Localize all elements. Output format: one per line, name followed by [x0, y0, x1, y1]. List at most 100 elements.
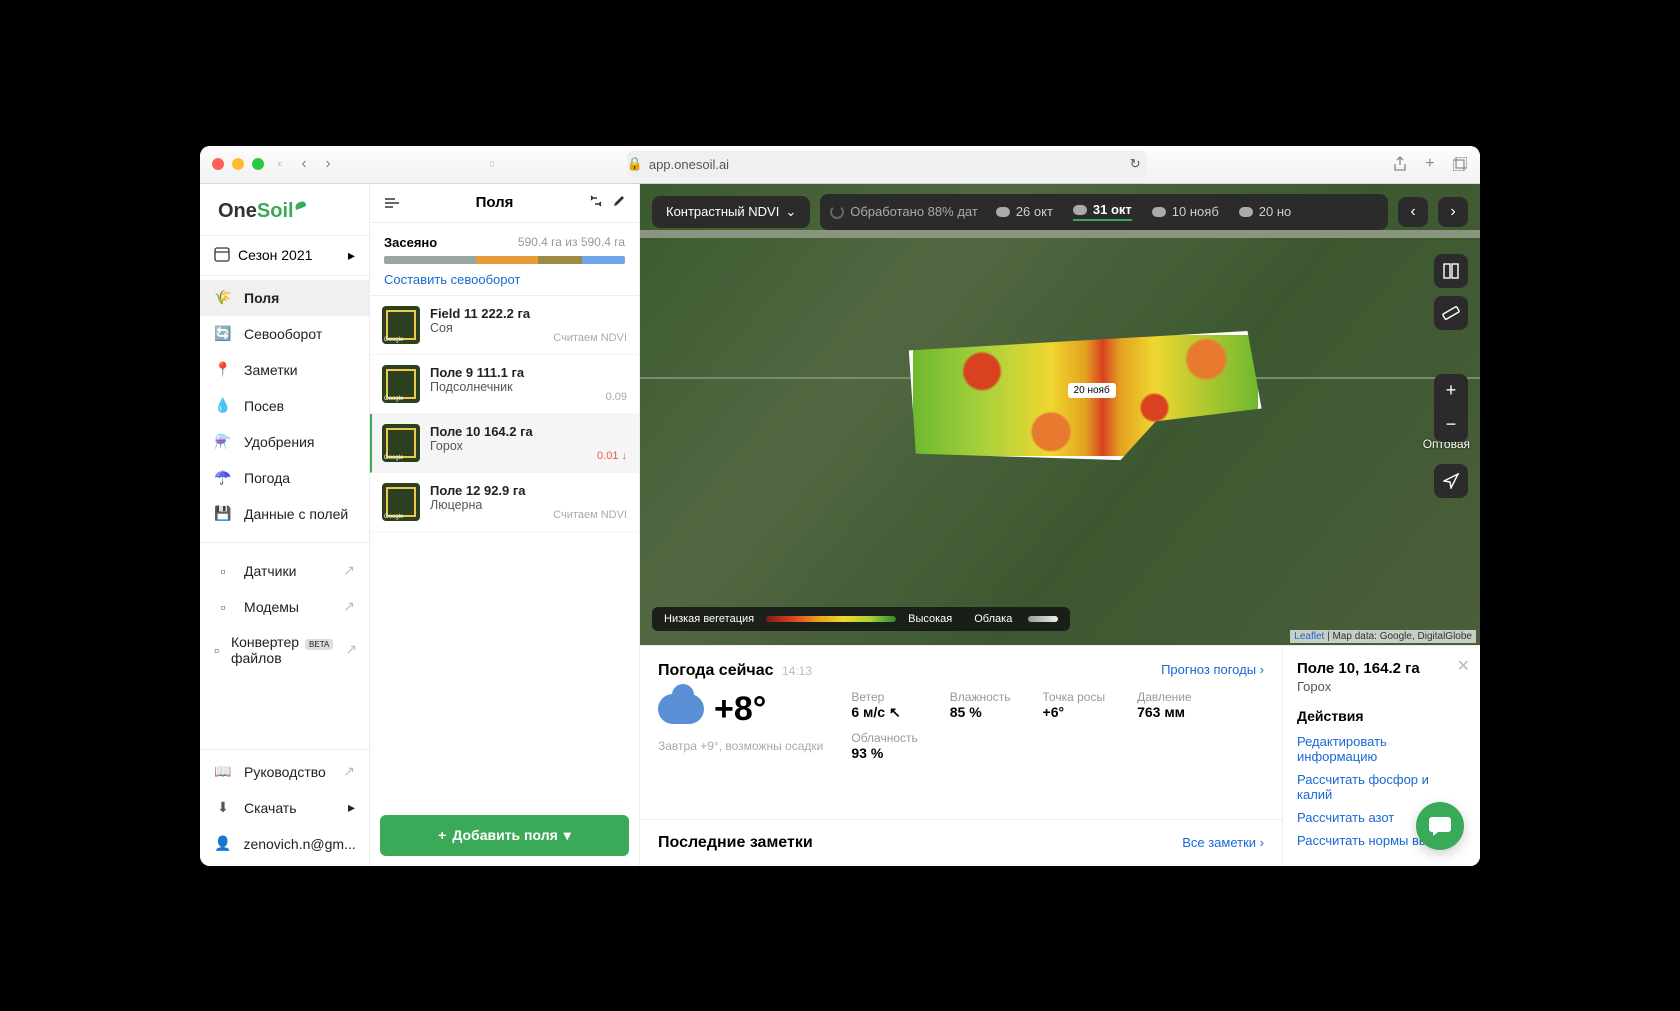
cloud-icon	[1073, 205, 1087, 215]
all-notes-link[interactable]: Все заметки ›	[1182, 835, 1264, 850]
legend-gradient	[766, 616, 896, 622]
plus-icon: +	[438, 827, 446, 843]
field-overlay[interactable]: 20 нояб	[909, 331, 1262, 460]
nav-icon: 🌾	[214, 289, 232, 307]
external-link-icon: ↗	[343, 763, 355, 780]
notes-title: Последние заметки	[658, 834, 813, 852]
nav-icon: 💧	[214, 397, 232, 415]
chevron-right-icon: ▸	[348, 247, 355, 264]
field-date-label: 20 нояб	[1068, 383, 1116, 398]
nav-item-6[interactable]: 💾Данные с полей	[200, 496, 369, 532]
nav-item-3[interactable]: 💧Посев	[200, 388, 369, 424]
app-logo[interactable]: OneSoil	[200, 184, 369, 235]
nav-ext-item-0[interactable]: ▫Датчики↗	[200, 553, 369, 589]
cloud-icon	[996, 207, 1010, 217]
shield-icon[interactable]	[484, 156, 500, 172]
locate-button[interactable]	[1434, 464, 1468, 498]
ndvi-mode-button[interactable]: Контрастный NDVI ⌄	[652, 196, 810, 228]
wind-stat: Ветер 6 м/с ↖ Облачность 93 %	[851, 690, 917, 761]
chevron-down-icon: ⌄	[785, 204, 796, 220]
field-panel-title: Поля	[476, 194, 514, 211]
nav-icon: 👤	[214, 835, 231, 853]
weather-time: 14:13	[782, 664, 812, 678]
nav-ext-item-2[interactable]: ▫Конвертер файловBETA↗	[200, 625, 369, 675]
tabs-icon[interactable]	[1452, 156, 1468, 172]
detail-action[interactable]: Рассчитать фосфор и калий	[1297, 768, 1466, 806]
minimize-window-icon[interactable]	[232, 158, 244, 170]
url-bar[interactable]: 🔒 app.onesoil.ai ↻	[627, 151, 1147, 177]
sort-icon[interactable]	[589, 194, 603, 212]
maximize-window-icon[interactable]	[252, 158, 264, 170]
url-text: app.onesoil.ai	[649, 157, 729, 172]
sown-label: Засеяно	[384, 235, 437, 250]
field-row[interactable]: Google Поле 12 92.9 га Люцерна Считаем N…	[370, 473, 639, 532]
notes-panel: Последние заметки Все заметки ›	[640, 819, 1282, 866]
date-prev-button[interactable]: ‹	[1398, 197, 1428, 227]
humidity-stat: Влажность 85 %	[950, 690, 1011, 761]
forward-button[interactable]: ›	[320, 156, 336, 172]
edit-icon[interactable]	[613, 194, 625, 212]
zoom-out-button[interactable]: −	[1434, 408, 1468, 442]
weather-panel: Погода сейчас 14:13 Прогноз погоды › +8°	[640, 645, 1282, 819]
new-tab-icon[interactable]: +	[1422, 156, 1438, 172]
nav-bottom-item-1[interactable]: ⬇Скачать▸	[200, 790, 369, 826]
zoom-in-button[interactable]: +	[1434, 374, 1468, 408]
field-row[interactable]: Google Поле 9 111.1 га Подсолнечник 0.09	[370, 355, 639, 414]
map[interactable]: Контрастный NDVI ⌄ Обработано 88% дат 26…	[640, 184, 1480, 645]
detail-field-crop: Горох	[1297, 679, 1466, 694]
date-item[interactable]: 10 нояб	[1152, 204, 1219, 219]
crop-rotation-link[interactable]: Составить севооборот	[384, 272, 625, 287]
processing-status: Обработано 88% дат	[830, 204, 978, 219]
cloud-icon	[1152, 207, 1166, 217]
share-icon[interactable]	[1392, 156, 1408, 172]
sown-value: 590.4 га из 590.4 га	[518, 235, 625, 250]
nav-bottom-item-2[interactable]: 👤zenovich.n@gm...	[200, 826, 369, 862]
date-item[interactable]: 26 окт	[996, 204, 1053, 219]
date-strip: Обработано 88% дат 26 окт 31 окт 10 нояб 20…	[820, 194, 1388, 230]
cloud-icon	[1239, 207, 1253, 217]
nav-item-1[interactable]: 🔄Севооборот	[200, 316, 369, 352]
field-row[interactable]: Google Поле 10 164.2 га Горох 0.01 ↓	[370, 414, 639, 473]
layers-button[interactable]	[1434, 254, 1468, 288]
back-button[interactable]: ‹	[296, 156, 312, 172]
date-next-button[interactable]: ›	[1438, 197, 1468, 227]
close-icon[interactable]: ✕	[1457, 656, 1470, 676]
external-link-icon: ↗	[345, 641, 357, 658]
sown-progress-bar	[384, 256, 625, 264]
cloud-icon	[658, 694, 704, 724]
field-thumbnail: Google	[382, 424, 420, 462]
nav-item-5[interactable]: ☂️Погода	[200, 460, 369, 496]
season-selector[interactable]: Сезон 2021 ▸	[200, 235, 369, 276]
detail-field-title: Поле 10, 164.2 га	[1297, 660, 1466, 677]
nav-item-0[interactable]: 🌾Поля	[200, 280, 369, 316]
sidebar-toggle-icon[interactable]	[272, 156, 288, 172]
refresh-icon[interactable]: ↻	[1130, 156, 1141, 172]
collapse-icon[interactable]	[384, 195, 400, 211]
detail-action[interactable]: Редактировать информацию	[1297, 730, 1466, 768]
add-fields-button[interactable]: + Добавить поля ▾	[380, 815, 629, 856]
calendar-icon	[214, 246, 230, 265]
date-item[interactable]: 31 окт	[1073, 202, 1132, 221]
lock-icon: 🔒	[627, 156, 643, 172]
date-item[interactable]: 20 но	[1239, 204, 1291, 219]
nav-icon: 📖	[214, 763, 232, 781]
chevron-right-icon: ▸	[348, 799, 355, 816]
nav-item-4[interactable]: ⚗️Удобрения	[200, 424, 369, 460]
nav-icon: 📍	[214, 361, 232, 379]
field-thumbnail: Google	[382, 306, 420, 344]
field-list-panel: Поля Засеяно 590.4 га из 590.4 га Состав…	[370, 184, 640, 866]
chat-button[interactable]	[1416, 802, 1464, 850]
pressure-stat: Давление 763 мм	[1137, 690, 1192, 761]
nav-icon: ⬇	[214, 799, 232, 817]
nav-ext-item-1[interactable]: ▫Модемы↗	[200, 589, 369, 625]
close-window-icon[interactable]	[212, 158, 224, 170]
nav-bottom-item-0[interactable]: 📖Руководство↗	[200, 754, 369, 790]
forecast-link[interactable]: Прогноз погоды ›	[1161, 662, 1264, 680]
field-row[interactable]: Google Field 11 222.2 га Соя Считаем NDV…	[370, 296, 639, 355]
temperature: +8°	[714, 690, 766, 729]
field-thumbnail: Google	[382, 365, 420, 403]
nav-item-2[interactable]: 📍Заметки	[200, 352, 369, 388]
external-link-icon: ↗	[343, 598, 355, 615]
measure-button[interactable]	[1434, 296, 1468, 330]
main-sidebar: OneSoil Сезон 2021 ▸ 🌾Поля🔄Севооборот📍За…	[200, 184, 370, 866]
